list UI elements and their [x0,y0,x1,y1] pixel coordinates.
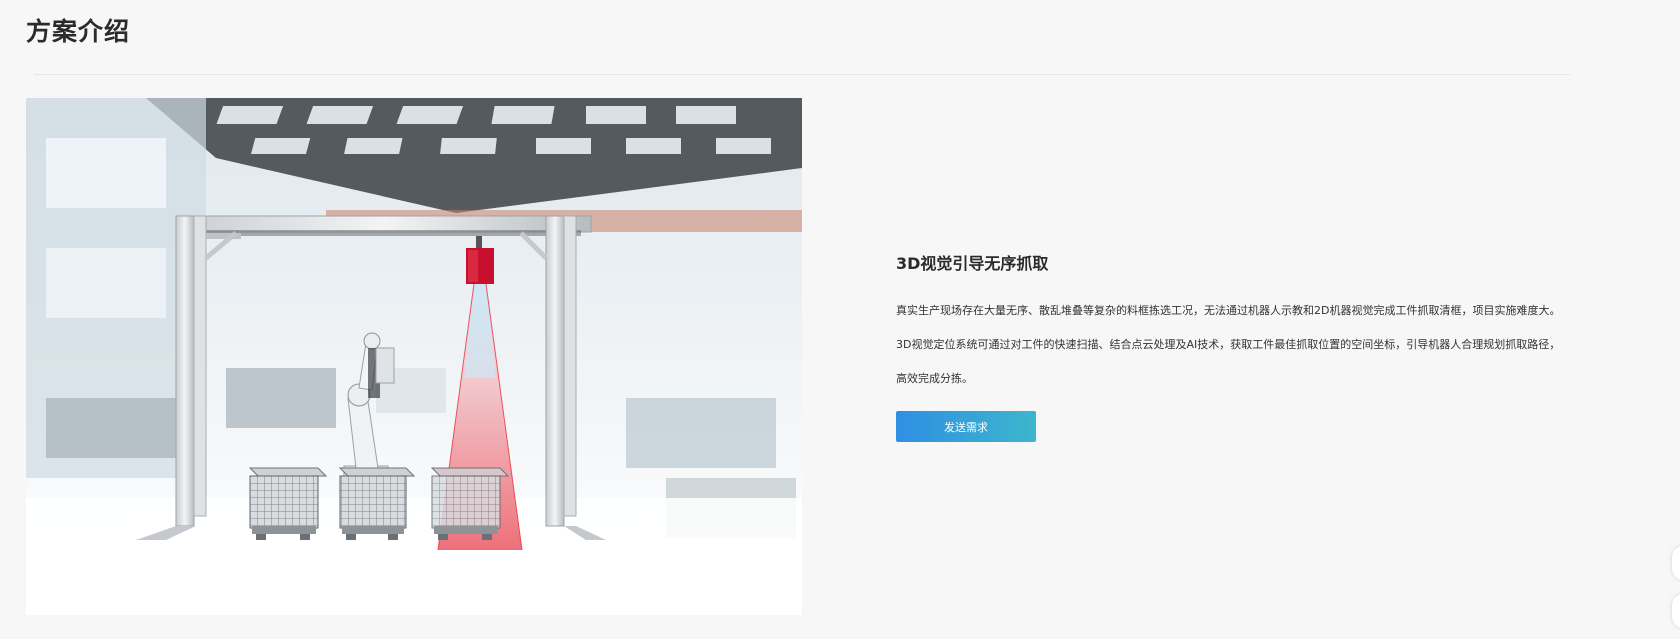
section-title: 方案介绍 [26,17,131,46]
solution-illustration [26,98,802,615]
solution-paragraph: 高效完成分拣。 [896,372,973,385]
divider [34,74,1570,75]
solution-content: 3D视觉引导无序抓取 真实生产现场存在大量无序、散乱堆叠等复杂的料框拣选工况，无… [896,250,1596,442]
solution-paragraph: 真实生产现场存在大量无序、散乱堆叠等复杂的料框拣选工况，无法通过机器人示教和2D… [896,304,1561,317]
solution-heading: 3D视觉引导无序抓取 [896,254,1049,273]
send-request-button[interactable]: 发送需求 [896,411,1036,442]
side-float-button[interactable] [1672,546,1680,580]
solution-paragraph: 3D视觉定位系统可通过对工件的快速扫描、结合点云处理及AI技术，获取工件最佳抓取… [896,338,1561,351]
side-float-button[interactable] [1672,594,1680,628]
